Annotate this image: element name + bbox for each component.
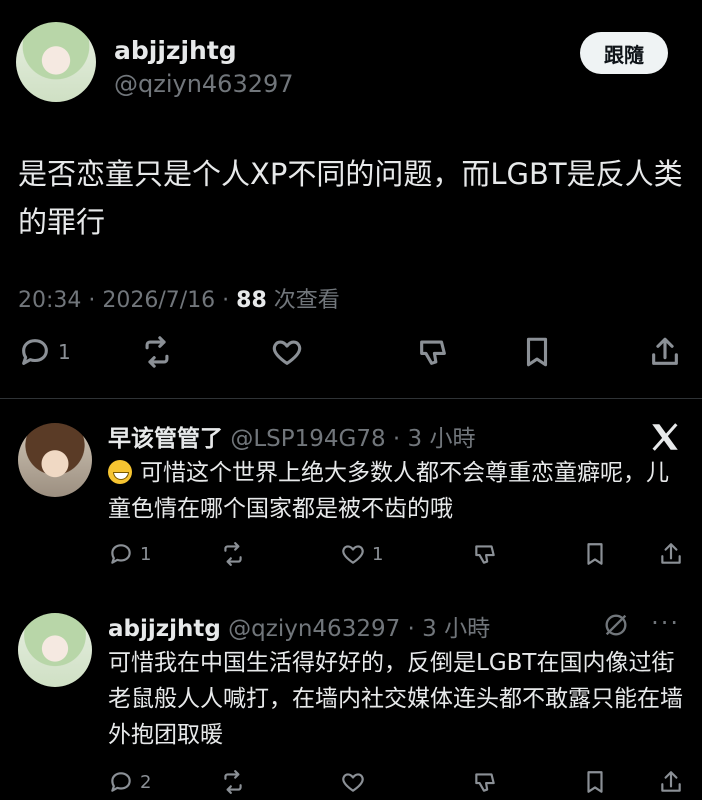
reply-author-handle[interactable]: @qziyn463297 · 3 小時 <box>228 616 490 642</box>
bookmark-button[interactable] <box>582 769 608 795</box>
thumb-down-icon <box>475 545 495 564</box>
thumb-down-icon <box>420 340 446 365</box>
dislike-button[interactable] <box>472 769 498 795</box>
repost-icon <box>145 336 169 368</box>
grinning-emoji-icon <box>108 460 132 484</box>
grok-icon[interactable] <box>602 611 630 639</box>
author-handle[interactable]: @qziyn463297 <box>114 70 294 98</box>
follow-button[interactable]: 跟隨 <box>580 32 668 74</box>
like-button[interactable]: 1 <box>340 541 383 567</box>
dislike-button[interactable] <box>472 541 498 567</box>
post-text: 是否恋童只是个人XP不同的问题，而LGBT是反人类的罪行 <box>18 157 683 239</box>
post-timestamp: 20:34 · 2026/7/16 · <box>18 288 237 313</box>
repost-icon <box>224 542 242 566</box>
dislike-button[interactable] <box>416 335 450 369</box>
avatar[interactable] <box>18 423 92 497</box>
heart-icon <box>342 545 364 564</box>
more-options-button[interactable]: ··· <box>651 609 680 637</box>
reply-header: 早该管管了 @LSP194G78 · 3 小時 <box>108 419 475 453</box>
reply-text: 可惜我在中国生活得好好的，反倒是LGBT在国内像过街老鼠般人人喊打，在墙内社交媒… <box>108 650 683 748</box>
divider <box>0 398 702 399</box>
reply-header: abjjzjhtg @qziyn463297 · 3 小時 <box>108 609 490 643</box>
reply-button[interactable]: 2 <box>108 769 151 795</box>
reply-button[interactable]: 1 <box>18 335 71 369</box>
share-icon <box>652 337 678 365</box>
share-icon <box>661 543 681 564</box>
reply-action-bar: 2 <box>108 769 688 799</box>
like-button[interactable] <box>340 769 366 795</box>
post-action-bar: 1 <box>18 335 684 385</box>
author-name[interactable]: abjjzjhtg <box>114 36 237 65</box>
repost-icon <box>224 770 242 794</box>
like-count: 1 <box>372 543 384 565</box>
reply-count: 1 <box>140 543 152 565</box>
view-label: 次查看 <box>266 288 340 313</box>
reply-count: 1 <box>58 340 71 364</box>
share-button[interactable] <box>658 541 684 567</box>
bookmark-icon <box>587 543 603 565</box>
reply-text: 可惜这个世界上绝大多数人都不会尊重恋童癖呢，儿童色情在哪个国家都是被不齿的哦 <box>108 460 669 522</box>
post-detail-page: abjjzjhtg @qziyn463297 跟隨 是否恋童只是个人XP不同的问… <box>0 0 702 800</box>
repost-button[interactable] <box>220 769 246 795</box>
reply-button[interactable]: 1 <box>108 541 151 567</box>
share-button[interactable] <box>648 335 682 369</box>
thumb-down-icon <box>475 773 495 792</box>
heart-icon <box>342 773 364 792</box>
share-icon <box>661 771 681 792</box>
repost-button[interactable] <box>220 541 246 567</box>
speech-bubble-icon <box>111 544 131 564</box>
view-count: 88 <box>236 288 267 313</box>
bookmark-button[interactable] <box>582 541 608 567</box>
post-meta: 20:34 · 2026/7/16 · 88 次查看 <box>18 282 340 314</box>
reply-count: 2 <box>140 771 152 793</box>
avatar[interactable] <box>16 22 96 102</box>
reply-action-bar: 1 1 <box>108 541 688 571</box>
reply-text-block: 可惜这个世界上绝大多数人都不会尊重恋童癖呢，儿童色情在哪个国家都是被不齿的哦 <box>108 455 688 527</box>
bookmark-button[interactable] <box>520 335 554 369</box>
bookmark-icon <box>526 337 548 367</box>
reply-author-name[interactable]: abjjzjhtg <box>108 616 221 642</box>
avatar[interactable] <box>18 613 92 687</box>
heart-icon <box>272 340 302 365</box>
main-post-header: abjjzjhtg @qziyn463297 跟隨 <box>16 22 686 112</box>
share-button[interactable] <box>658 769 684 795</box>
speech-bubble-icon <box>111 772 131 792</box>
reply-author-handle[interactable]: @LSP194G78 · 3 小時 <box>230 426 475 452</box>
repost-button[interactable] <box>140 335 174 369</box>
speech-bubble-icon <box>22 339 48 365</box>
reply-author-name[interactable]: 早该管管了 <box>108 426 223 452</box>
like-button[interactable] <box>270 335 304 369</box>
bookmark-icon <box>587 771 603 793</box>
x-logo-icon[interactable] <box>648 420 682 454</box>
